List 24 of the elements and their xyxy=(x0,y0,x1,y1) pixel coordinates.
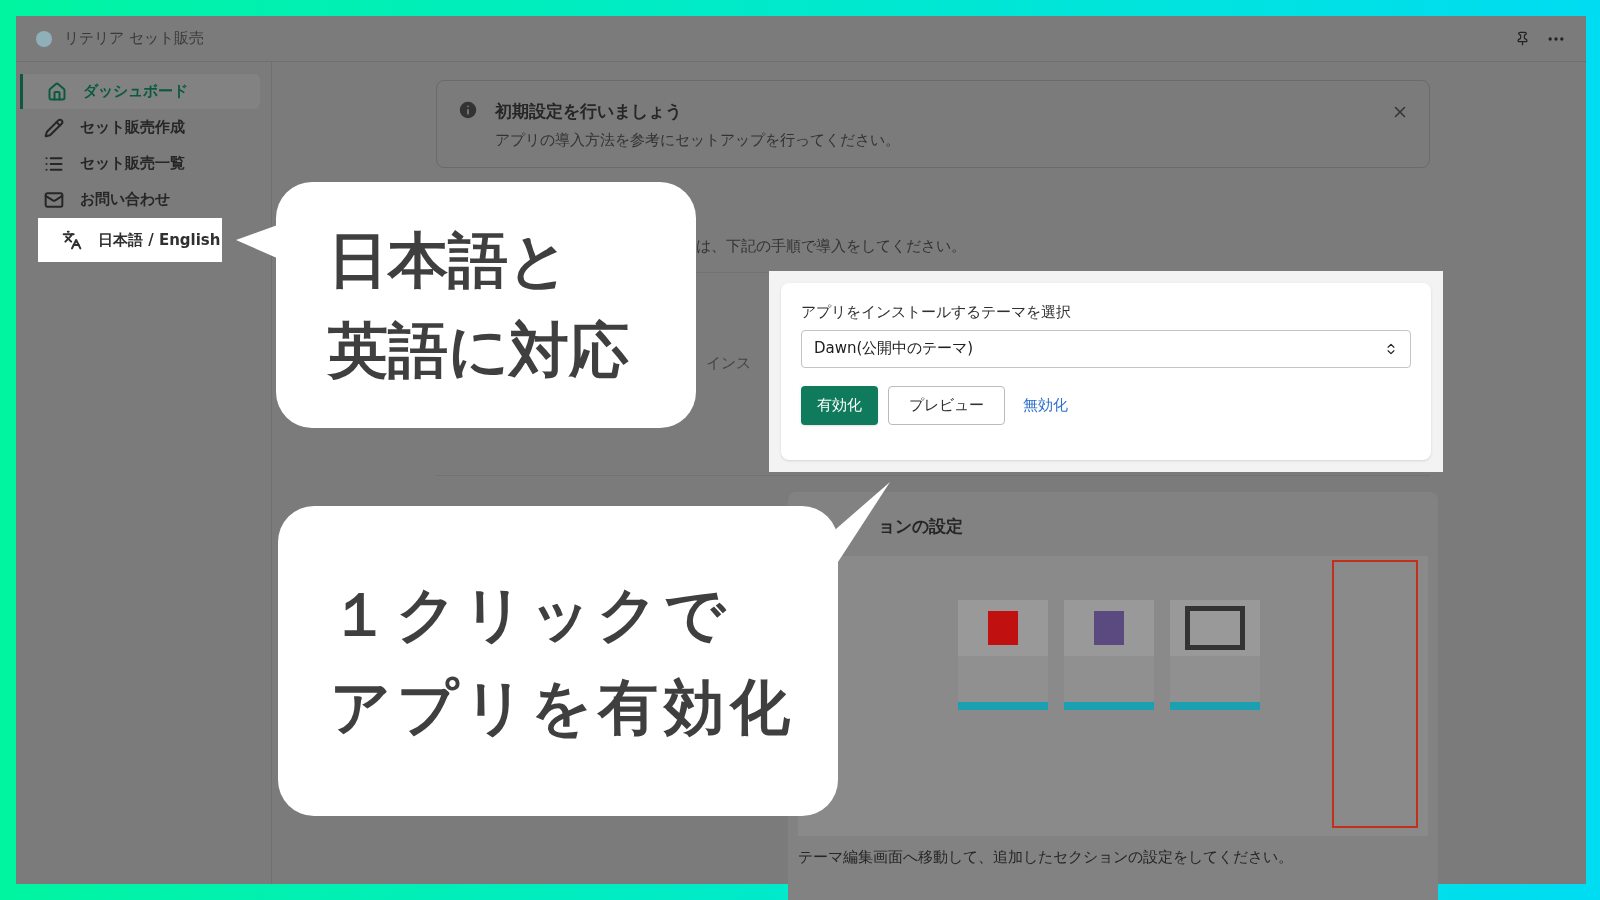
banner-title: 初期設定を行いましょう xyxy=(495,100,683,123)
app-logo-icon xyxy=(36,30,52,47)
callout-text: １クリックで アプリを有効化 xyxy=(330,578,796,744)
sidebar-item[interactable]: お問い合わせ xyxy=(20,182,260,217)
app-title: リテリア セット販売 xyxy=(64,28,204,50)
banner-text: アプリの導入方法を参考にセットアップを行ってください。 xyxy=(495,129,901,151)
section-heading: ョンの設定 xyxy=(877,515,964,538)
preview-button[interactable]: プレビュー xyxy=(888,385,1005,425)
callout-text: 日本語と 英語に対応 xyxy=(328,224,629,387)
activate-button[interactable]: 有効化 xyxy=(801,385,878,425)
sidebar-item[interactable]: セット販売一覧 xyxy=(20,146,260,181)
deactivate-link[interactable]: 無効化 xyxy=(1015,385,1076,425)
theme-select-label: アプリをインストールするテーマを選択 xyxy=(801,302,1072,323)
translate-icon xyxy=(62,230,82,250)
theme-select[interactable]: Dawn(公開中のテーマ) xyxy=(801,329,1411,368)
pin-icon[interactable] xyxy=(1515,31,1530,46)
info-icon xyxy=(457,99,479,121)
intro-text: は、下記の手順で導入をしてください。 xyxy=(696,237,966,255)
home-icon xyxy=(47,81,67,102)
mail-icon xyxy=(44,189,64,210)
pencil-icon xyxy=(44,117,64,138)
sidebar-item[interactable]: 日本語 / English xyxy=(38,218,222,262)
section-footer-text: テーマ編集画面へ移動して、追加したセクションの設定をしてください。 xyxy=(798,846,1294,868)
sidebar-item[interactable]: セット販売作成 xyxy=(20,110,260,145)
